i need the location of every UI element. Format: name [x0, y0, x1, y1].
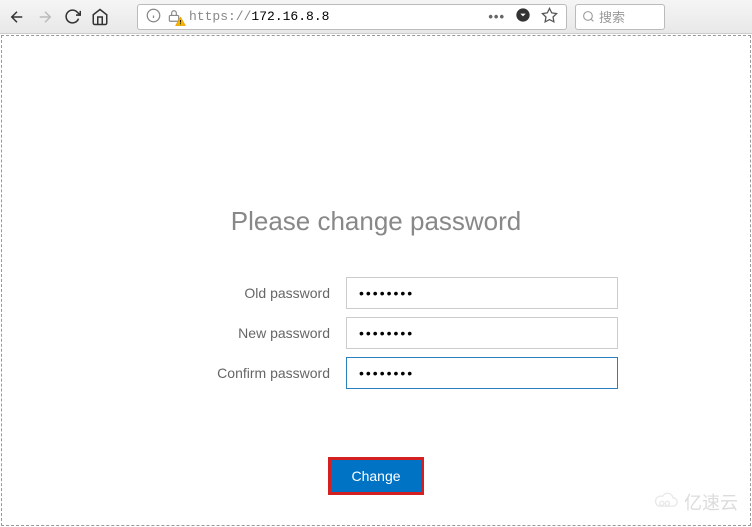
- old-password-row: Old password: [116, 277, 636, 309]
- forward-button[interactable]: [36, 8, 54, 26]
- watermark: 亿速云: [652, 489, 738, 515]
- old-password-input[interactable]: [346, 277, 618, 309]
- url-bar[interactable]: https://172.16.8.8 •••: [137, 4, 567, 30]
- search-icon: [582, 10, 595, 23]
- reload-button[interactable]: [64, 8, 81, 25]
- pocket-icon[interactable]: [515, 7, 531, 26]
- change-button[interactable]: Change: [328, 457, 423, 495]
- page-actions-icon[interactable]: •••: [488, 9, 505, 24]
- page-content: Please change password Old password New …: [1, 35, 751, 526]
- confirm-password-input[interactable]: [346, 357, 618, 389]
- browser-search-box[interactable]: 搜索: [575, 4, 665, 30]
- home-button[interactable]: [91, 8, 109, 26]
- confirm-password-row: Confirm password: [116, 357, 636, 389]
- new-password-input[interactable]: [346, 317, 618, 349]
- old-password-label: Old password: [116, 285, 346, 301]
- new-password-row: New password: [116, 317, 636, 349]
- watermark-text: 亿速云: [684, 489, 738, 515]
- url-text: https://172.16.8.8: [189, 9, 482, 24]
- insecure-lock-icon: [167, 9, 183, 25]
- nav-buttons: [8, 8, 109, 26]
- search-placeholder: 搜索: [599, 7, 625, 26]
- new-password-label: New password: [116, 325, 346, 341]
- confirm-password-label: Confirm password: [116, 365, 346, 381]
- page-title: Please change password: [231, 206, 522, 237]
- back-button[interactable]: [8, 8, 26, 26]
- cloud-icon: [652, 492, 680, 512]
- bookmark-star-icon[interactable]: [541, 7, 558, 27]
- info-icon[interactable]: [146, 8, 161, 26]
- browser-toolbar: https://172.16.8.8 ••• 搜索: [0, 0, 752, 34]
